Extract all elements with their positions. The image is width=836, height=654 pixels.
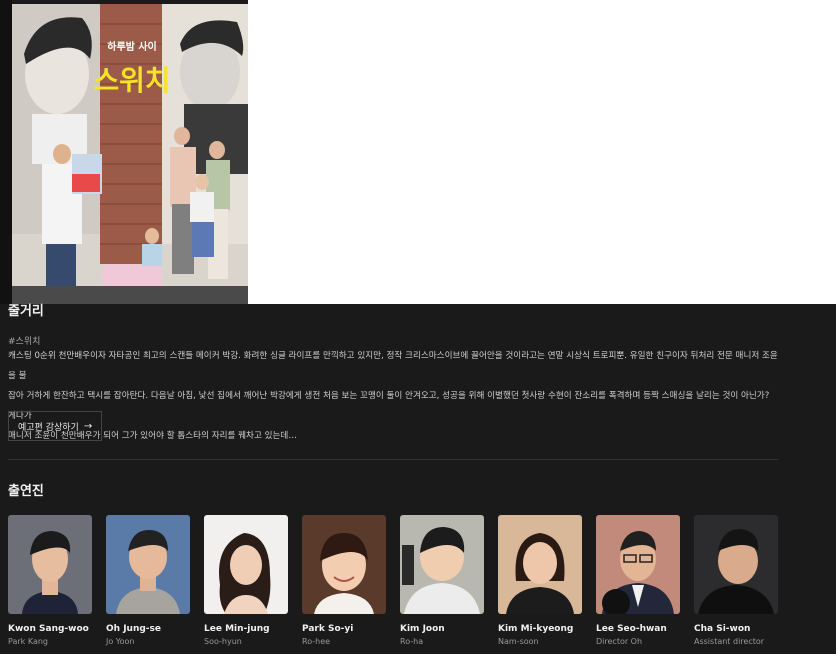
arrow-right-icon: → (83, 420, 93, 432)
watch-trailer-button[interactable]: 예고편 감상하기 → (8, 411, 103, 441)
cast-photo (694, 515, 778, 614)
cast-member[interactable]: Oh Jung-se Jo Yoon (106, 515, 190, 646)
cast-photo (596, 515, 680, 614)
poster-edge (0, 0, 12, 304)
section-divider (8, 459, 778, 460)
cast-name: Park So-yi (302, 624, 354, 634)
poster-tagline: 하루밤 사이 (107, 40, 156, 53)
synopsis-heading: 줄거리 (8, 304, 44, 319)
trailer-button-label: 예고편 감상하기 (18, 422, 79, 433)
cast-role: Ro-hee (302, 637, 331, 646)
cast-photo (106, 515, 190, 614)
cast-photo (204, 515, 288, 614)
cast-role: Soo-hyun (204, 637, 242, 646)
cast-role: Director Oh (596, 637, 643, 646)
cast-list: Kwon Sang-woo Park Kang Oh Jung-se Jo Yo… (8, 515, 778, 646)
cast-heading: 출연진 (8, 484, 44, 499)
cast-role: Assistant director (694, 637, 765, 646)
cast-name: Cha Si-won (694, 624, 751, 634)
cast-name: Lee Seo-hwan (596, 624, 667, 634)
movie-poster: 하루밤 사이 스위치 (12, 4, 248, 304)
cast-photo (498, 515, 582, 614)
cast-name: Oh Jung-se (106, 624, 161, 634)
cast-role: Park Kang (8, 637, 48, 646)
cast-role: Jo Yoon (106, 637, 135, 646)
cast-member[interactable]: Kim Mi-kyeong Nam-soon (498, 515, 582, 646)
cast-member[interactable]: Cha Si-won Assistant director (694, 515, 778, 646)
cast-member[interactable]: Kim Joon Ro-ha (400, 515, 484, 646)
cast-name: Kwon Sang-woo (8, 624, 89, 634)
cast-photo (400, 515, 484, 614)
synopsis-line: 캐스팅 0순위 천만배우이자 자타공인 최고의 스캔들 메이커 박강. 화려한 … (8, 351, 778, 381)
cast-name: Lee Min-jung (204, 624, 270, 634)
cast-photo (8, 515, 92, 614)
cast-photo (302, 515, 386, 614)
synopsis-text: 캐스팅 0순위 천만배우이자 자타공인 최고의 스캔들 메이커 박강. 화려한 … (8, 346, 778, 446)
blank-area (248, 0, 836, 304)
synopsis-line: 잡아 거하게 한잔하고 택시를 잡아탄다. 다음날 아침, 낯선 집에서 깨어난… (8, 391, 770, 421)
cast-member[interactable]: Kwon Sang-woo Park Kang (8, 515, 92, 646)
cast-name: Kim Mi-kyeong (498, 624, 574, 634)
poster-title: 스위치 (93, 64, 170, 97)
cast-role: Nam-soon (498, 637, 539, 646)
cast-name: Kim Joon (400, 624, 445, 634)
cast-member[interactable]: Lee Seo-hwan Director Oh (596, 515, 680, 646)
cast-member[interactable]: Park So-yi Ro-hee (302, 515, 386, 646)
cast-member[interactable]: Lee Min-jung Soo-hyun (204, 515, 288, 646)
cast-role: Ro-ha (400, 637, 424, 646)
